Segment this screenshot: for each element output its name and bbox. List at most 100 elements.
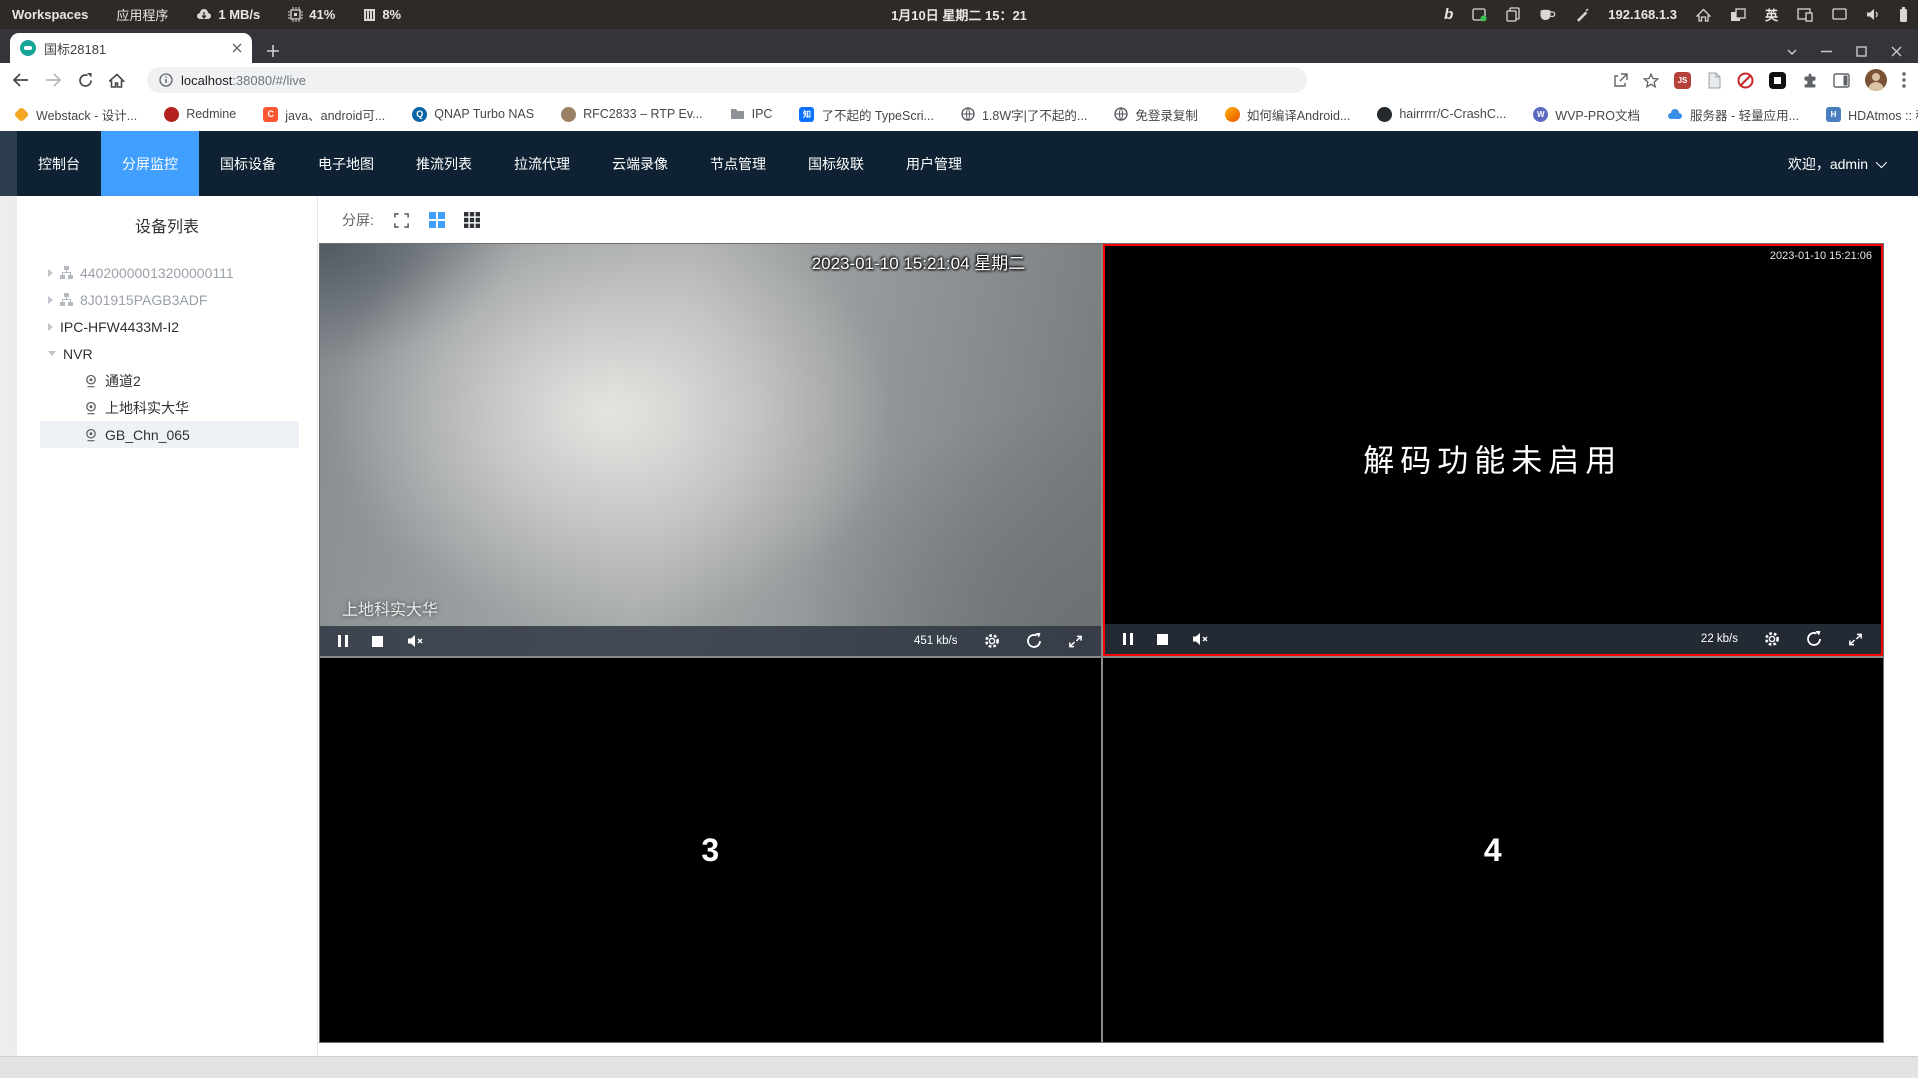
video-cell-2[interactable]: 2023-01-10 15:21:06 解码功能未启用 22 kb/s xyxy=(1102,244,1883,656)
nav-cloud-record[interactable]: 云端录像 xyxy=(591,131,689,196)
tree-item-gb-chn-065[interactable]: GB_Chn_065 xyxy=(40,421,299,448)
grid-3x3-button[interactable] xyxy=(463,212,480,228)
cpu-indicator[interactable]: 41% xyxy=(288,7,335,22)
reload-button[interactable] xyxy=(78,72,93,88)
tree-item-ipc[interactable]: IPC-HFW4433M-I2 xyxy=(40,313,299,340)
nav-map[interactable]: 电子地图 xyxy=(297,131,395,196)
caret-right-icon[interactable] xyxy=(48,295,53,304)
stop-button[interactable] xyxy=(372,635,383,647)
extensions-puzzle-icon[interactable] xyxy=(1801,72,1818,89)
bitrate-label: 451 kb/s xyxy=(914,635,958,647)
bookmark-ts-article[interactable]: 1.8W字|了不起的... xyxy=(961,105,1087,124)
nav-push-list[interactable]: 推流列表 xyxy=(395,131,493,196)
tab-close-icon[interactable] xyxy=(232,43,242,53)
recorder-tray-icon[interactable] xyxy=(1472,7,1487,22)
doc-extension-icon[interactable] xyxy=(1706,72,1722,89)
mute-icon[interactable] xyxy=(407,634,425,648)
caret-right-icon[interactable] xyxy=(48,322,53,331)
bookmark-cloud-server[interactable]: 服务器 - 轻量应用... xyxy=(1667,105,1799,124)
expand-icon[interactable] xyxy=(1848,632,1863,647)
close-window-button[interactable] xyxy=(1891,46,1902,57)
home-button[interactable] xyxy=(109,72,125,88)
nav-node-manage[interactable]: 节点管理 xyxy=(689,131,787,196)
bookmark-webstack[interactable]: Webstack - 设计... xyxy=(13,105,137,124)
user-menu[interactable]: 欢迎，admin xyxy=(1788,131,1918,196)
applications-menu[interactable]: 应用程序 xyxy=(116,5,168,24)
expand-icon[interactable] xyxy=(1068,634,1083,649)
home-tray-icon[interactable] xyxy=(1695,8,1711,22)
browser-tab[interactable]: 国标28181 xyxy=(10,33,252,63)
bookmark-android-build[interactable]: 如何编译Android... xyxy=(1224,105,1350,124)
workspaces-button[interactable]: Workspaces xyxy=(12,7,88,22)
coffee-tray-icon[interactable] xyxy=(1539,8,1556,22)
tree-item-nvr[interactable]: NVR xyxy=(40,340,299,367)
workspaces-tray-icon[interactable] xyxy=(1730,7,1746,22)
nav-gb-cascade[interactable]: 国标级联 xyxy=(787,131,885,196)
browser-menu-icon[interactable] xyxy=(1902,72,1906,88)
pen-tray-icon[interactable] xyxy=(1575,7,1589,22)
bookmark-qnap[interactable]: Q QNAP Turbo NAS xyxy=(412,106,534,122)
bookmark-wvp-doc[interactable]: W WVP-PRO文档 xyxy=(1533,105,1640,124)
tree-item-channel2[interactable]: 通道2 xyxy=(40,367,299,394)
bookmark-zhihu-ts[interactable]: 知了不起的 TypeScri... xyxy=(799,105,934,124)
battery-tray-icon[interactable] xyxy=(1899,7,1908,22)
dark-extension-icon[interactable] xyxy=(1769,71,1786,89)
new-tab-button[interactable] xyxy=(266,44,280,58)
caret-down-icon[interactable] xyxy=(48,351,56,356)
pause-button[interactable] xyxy=(338,635,348,647)
video-cell-3[interactable]: 3 xyxy=(320,658,1101,1042)
nav-console[interactable]: 控制台 xyxy=(17,131,101,196)
site-info-icon[interactable] xyxy=(159,73,173,87)
video-cell-1[interactable]: 2023-01-10 15:21:04 星期二 上地科实大华 451 kb/s xyxy=(320,244,1101,656)
bookmark-star-icon[interactable] xyxy=(1643,72,1659,88)
ip-address[interactable]: 192.168.1.3 xyxy=(1608,7,1677,22)
js-extension-icon[interactable]: JS xyxy=(1674,71,1691,89)
tab-search-icon[interactable] xyxy=(1787,48,1797,55)
phonelink-tray-icon[interactable] xyxy=(1797,7,1813,22)
tree-item-platform-1[interactable]: 44020000013200000111 xyxy=(40,259,299,286)
bing-tray-icon[interactable]: b xyxy=(1444,6,1453,23)
nav-split-monitor[interactable]: 分屏监控 xyxy=(101,131,199,196)
refresh-icon[interactable] xyxy=(1806,631,1822,647)
bookmark-rfc2833[interactable]: RFC2833 – RTP Ev... xyxy=(561,106,703,122)
bookmark-copy-nologin[interactable]: 免登录复制 xyxy=(1114,105,1198,124)
page-bottom-strip xyxy=(0,1056,1918,1078)
bookmark-redmine[interactable]: Redmine xyxy=(164,106,236,122)
mute-icon[interactable] xyxy=(1192,632,1210,646)
display-tray-icon[interactable] xyxy=(1832,8,1847,21)
profile-avatar[interactable] xyxy=(1865,69,1887,91)
address-bar[interactable]: localhost:38080/#/live xyxy=(147,67,1307,93)
tree-item-platform-2[interactable]: 8J01915PAGB3ADF xyxy=(40,286,299,313)
refresh-icon[interactable] xyxy=(1026,633,1042,649)
volume-tray-icon[interactable] xyxy=(1866,8,1880,21)
ime-indicator[interactable]: 英 xyxy=(1765,5,1778,24)
split-toolbar: 分屏: xyxy=(318,196,1918,244)
tree-item-shangdi[interactable]: 上地科实大华 xyxy=(40,394,299,421)
settings-gear-icon[interactable] xyxy=(1764,631,1780,647)
bookmark-github[interactable]: hairrrrr/C-CrashC... xyxy=(1377,106,1506,122)
minimize-button[interactable] xyxy=(1821,50,1832,53)
caret-right-icon[interactable] xyxy=(48,268,53,277)
pause-button[interactable] xyxy=(1122,633,1133,645)
nav-user-manage[interactable]: 用户管理 xyxy=(885,131,983,196)
blocker-extension-icon[interactable] xyxy=(1737,72,1754,89)
grid-2x2-button[interactable] xyxy=(428,212,445,228)
side-panel-icon[interactable] xyxy=(1833,72,1850,88)
share-icon[interactable] xyxy=(1613,72,1628,88)
bookmark-csdn[interactable]: Cjava、android可... xyxy=(263,105,385,124)
bitrate-label: 22 kb/s xyxy=(1700,633,1738,645)
video-cell-4[interactable]: 4 xyxy=(1102,658,1883,1042)
stop-button[interactable] xyxy=(1156,633,1168,645)
memory-indicator[interactable]: 8% xyxy=(363,7,401,22)
fullscreen-button[interactable] xyxy=(393,212,410,229)
bookmark-hdatmos[interactable]: H HDAtmos :: 种子 *... xyxy=(1826,105,1918,124)
settings-gear-icon[interactable] xyxy=(984,633,1000,649)
back-button[interactable] xyxy=(12,73,29,87)
network-speed-indicator[interactable]: 1 MB/s xyxy=(196,7,260,22)
forward-button[interactable] xyxy=(45,73,62,87)
nav-gb-devices[interactable]: 国标设备 xyxy=(199,131,297,196)
bookmark-ipc-folder[interactable]: IPC xyxy=(730,107,772,121)
maximize-button[interactable] xyxy=(1856,46,1867,57)
clipboard-tray-icon[interactable] xyxy=(1506,7,1520,22)
nav-pull-proxy[interactable]: 拉流代理 xyxy=(493,131,591,196)
